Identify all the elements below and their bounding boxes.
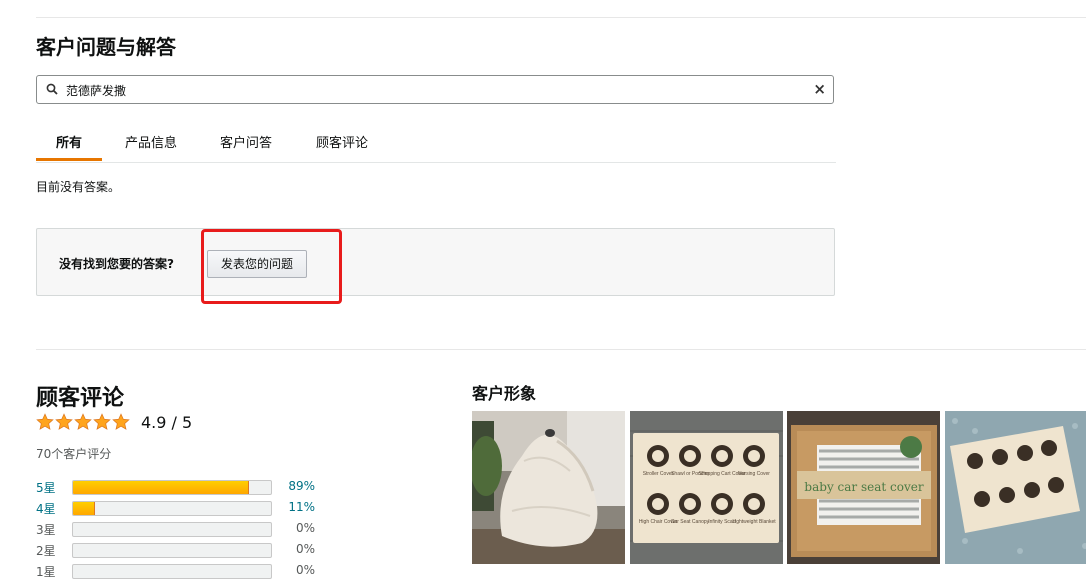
tab-customer-reviews[interactable]: 顾客评论 xyxy=(316,132,368,151)
highlight-box xyxy=(201,229,342,304)
histogram-label: 1星 xyxy=(36,565,56,579)
customer-photo-3[interactable]: baby car seat cover xyxy=(787,411,940,564)
histogram-row-4[interactable]: 4星 11% xyxy=(36,500,326,516)
rating-value: 4.9 / 5 xyxy=(141,413,193,432)
histogram-label: 3星 xyxy=(36,523,56,537)
info-card-image: Stroller Cover Shawl or Poncho Shopping … xyxy=(630,411,783,564)
histogram-percent: 0% xyxy=(295,521,315,535)
qa-search-input[interactable]: 范德萨发撒 × xyxy=(36,75,834,104)
section-divider xyxy=(36,349,1086,350)
histogram-percent: 0% xyxy=(295,563,315,577)
package-label: baby car seat cover xyxy=(804,480,923,494)
ask-question-box: 没有找到您要的答案? 发表您的问题 xyxy=(36,228,835,296)
histogram-row-3: 3星 0% xyxy=(36,521,326,537)
star-icon xyxy=(55,413,73,430)
ask-prompt: 没有找到您要的答案? xyxy=(59,257,174,271)
histogram-label: 2星 xyxy=(36,544,56,558)
star-icon xyxy=(93,413,111,430)
customer-photo-2[interactable]: Stroller Cover Shawl or Poncho Shopping … xyxy=(630,411,783,564)
histogram-bar xyxy=(72,480,272,495)
top-divider xyxy=(36,17,1086,18)
reviews-title: 顾客评论 xyxy=(36,386,125,411)
histogram-label[interactable]: 5星 xyxy=(36,479,56,496)
tab-customer-qa[interactable]: 客户问答 xyxy=(220,132,272,151)
clear-icon[interactable]: × xyxy=(813,80,826,98)
card-label: Car Seat Canopy xyxy=(671,519,710,525)
card-label: Nursing Cover xyxy=(738,471,770,477)
search-icon xyxy=(46,83,58,95)
histogram-bar xyxy=(72,522,272,537)
tab-product-info[interactable]: 产品信息 xyxy=(125,132,177,151)
star-icon xyxy=(74,413,92,430)
qa-tab-bar: 所有 产品信息 客户问答 顾客评论 xyxy=(36,132,836,163)
histogram-row-5[interactable]: 5星 89% xyxy=(36,479,326,495)
histogram-percent[interactable]: 11% xyxy=(275,500,315,514)
customer-photo-4[interactable] xyxy=(945,411,1086,564)
ratings-count: 70个客户评分 xyxy=(36,447,112,461)
star-rating xyxy=(36,413,130,431)
card-on-fabric-image xyxy=(945,411,1086,564)
histogram-percent[interactable]: 89% xyxy=(275,479,315,493)
card-label: Stroller Cover xyxy=(643,471,674,477)
cover-photo-image xyxy=(472,411,625,564)
customer-photo-1[interactable] xyxy=(472,411,625,564)
histogram-row-2: 2星 0% xyxy=(36,542,326,558)
histogram-fill xyxy=(73,502,95,515)
qa-section-title: 客户问题与解答 xyxy=(36,35,176,59)
package-image: baby car seat cover xyxy=(787,411,940,564)
histogram-row-1: 1星 0% xyxy=(36,563,326,579)
histogram-bar xyxy=(72,564,272,579)
star-icon xyxy=(36,413,54,430)
histogram-bar xyxy=(72,501,272,516)
tab-all[interactable]: 所有 xyxy=(56,132,82,151)
histogram-label[interactable]: 4星 xyxy=(36,500,56,517)
customer-images-title: 客户形象 xyxy=(472,384,537,403)
histogram-bar xyxy=(72,543,272,558)
star-icon xyxy=(112,413,130,430)
histogram-percent: 0% xyxy=(295,542,315,556)
search-value: 范德萨发撒 xyxy=(66,84,127,98)
card-label: Lightweight Blanket xyxy=(732,519,776,525)
no-answer-message: 目前没有答案。 xyxy=(36,180,121,194)
histogram-fill xyxy=(73,481,250,494)
active-tab-indicator xyxy=(36,158,102,161)
